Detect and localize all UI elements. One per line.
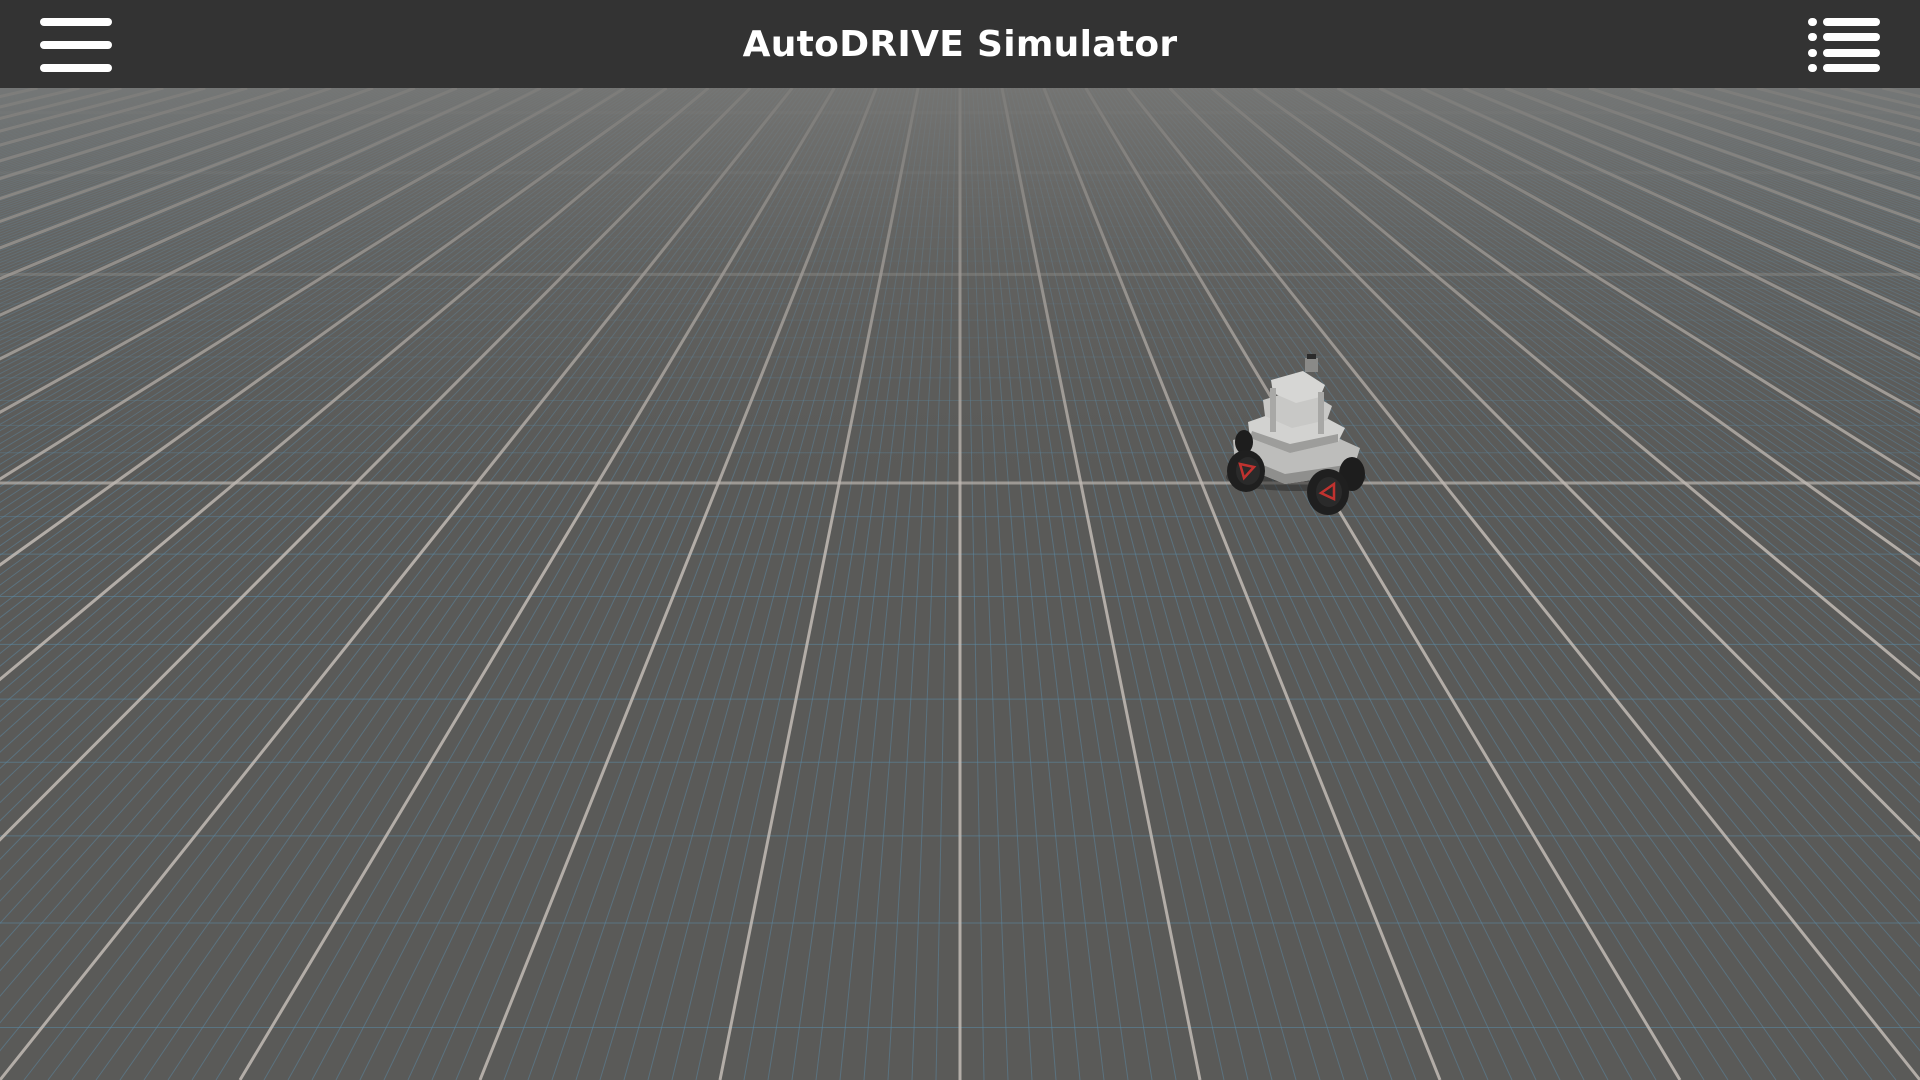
3d-viewport[interactable] — [0, 88, 1920, 1080]
simulator-window: AutoDRIVE Simulator — [0, 0, 1920, 1080]
scene-canvas[interactable] — [0, 88, 1920, 1080]
list-menu-icon[interactable] — [1808, 18, 1880, 72]
horizon-fog — [0, 88, 1920, 1080]
top-bar: AutoDRIVE Simulator — [0, 0, 1920, 88]
app-title: AutoDRIVE Simulator — [742, 24, 1178, 65]
